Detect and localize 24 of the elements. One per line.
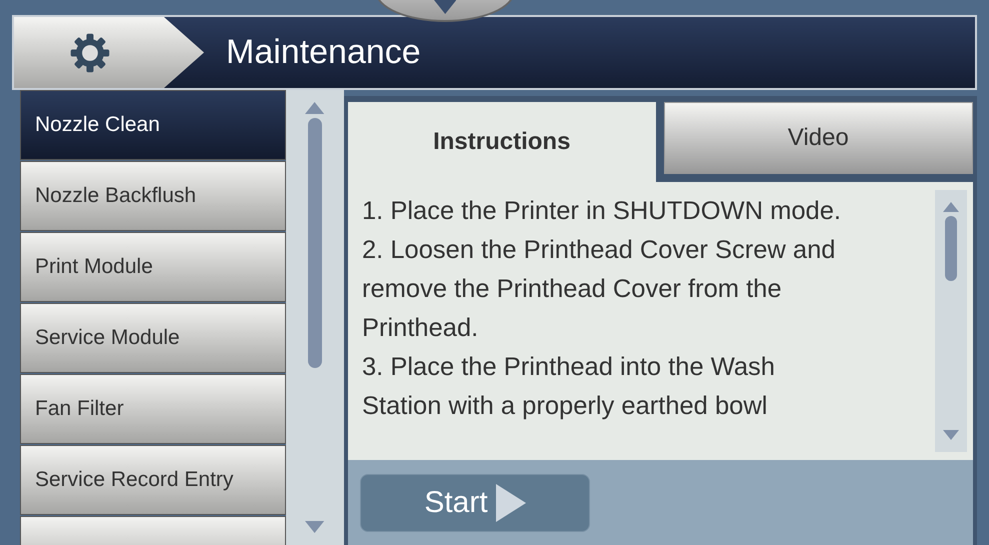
page-title: Maintenance: [226, 33, 421, 72]
instruction-step: 1. Place the Printer in SHUTDOWN mode.: [362, 192, 842, 231]
scroll-up-icon[interactable]: [305, 102, 325, 114]
scroll-thumb[interactable]: [308, 118, 322, 368]
play-icon: [496, 484, 526, 522]
settings-button[interactable]: [14, 17, 204, 88]
scroll-thumb[interactable]: [945, 216, 957, 281]
start-button[interactable]: Start: [360, 474, 590, 532]
menu-item[interactable]: Service Module: [20, 303, 286, 373]
instruction-step: 3. Place the Printhead into the Wash Station with a properly earthed bowl: [362, 348, 842, 426]
scroll-down-icon[interactable]: [943, 430, 959, 440]
scroll-up-icon[interactable]: [943, 202, 959, 212]
menu-item[interactable]: Service Record Entry: [20, 445, 286, 515]
scrollbar[interactable]: [286, 90, 344, 545]
menu-item[interactable]: Nozzle Backflush: [20, 161, 286, 231]
tab[interactable]: Video: [664, 102, 973, 174]
tab[interactable]: Instructions: [348, 102, 656, 182]
menu-item[interactable]: Fan Filter: [20, 374, 286, 444]
scrollbar[interactable]: [935, 190, 967, 452]
menu-item[interactable]: Print Module: [20, 232, 286, 302]
scroll-down-icon[interactable]: [305, 521, 325, 533]
settings-icon: [69, 32, 111, 74]
instruction-step: 2. Loosen the Printhead Cover Screw and remove the Printhead Cover from the Printhead.: [362, 231, 842, 348]
menu-item[interactable]: Nozzle Clean: [20, 90, 286, 160]
